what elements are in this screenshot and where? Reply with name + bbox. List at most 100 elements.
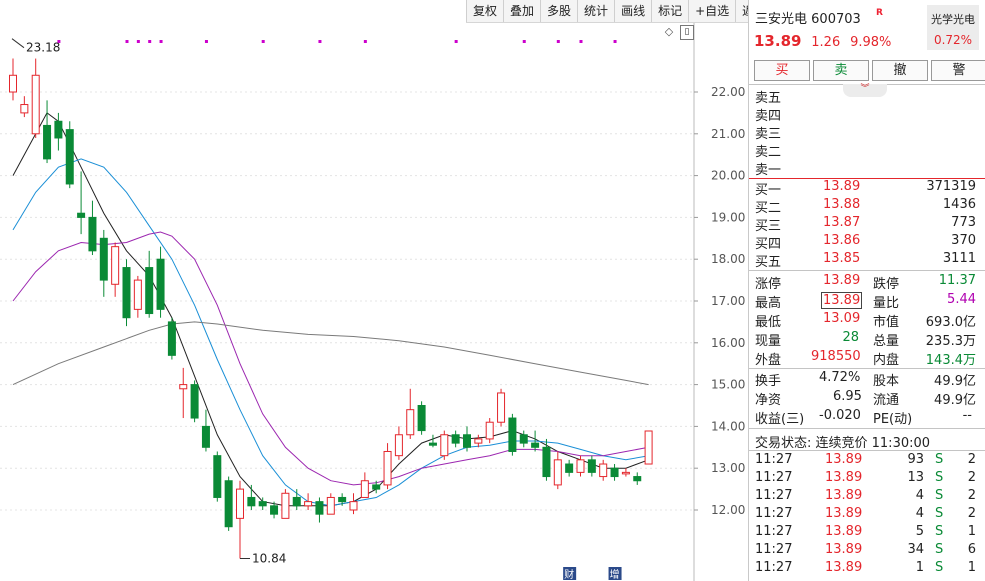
- divider: [749, 428, 985, 429]
- bid-row[interactable]: 买一 13.89 371319: [749, 179, 985, 198]
- tick-volume: 5: [915, 524, 924, 539]
- signal-marker: [522, 40, 526, 43]
- candle-body: [451, 434, 460, 444]
- bid-volume: 773: [951, 215, 976, 230]
- eps-value: -0.020: [819, 408, 861, 423]
- ask-row[interactable]: 卖五: [749, 87, 985, 106]
- toolbar-multi-stock-button[interactable]: 多股: [540, 0, 577, 22]
- candle-body: [236, 488, 244, 519]
- stat-row: 最低 13.09 市值 693.0亿: [749, 311, 985, 330]
- price-line: 13.89 1.26 9.98%: [754, 32, 891, 50]
- signal-marker: [136, 40, 140, 43]
- low-price-label: 10.84: [252, 551, 286, 565]
- ask-row[interactable]: 卖二: [749, 141, 985, 160]
- panel-toggle-icon[interactable]: ▯: [680, 25, 694, 40]
- price-tick-label: 16.00: [711, 336, 745, 350]
- price-tick-label: 13.00: [711, 461, 745, 475]
- sell-button[interactable]: 卖: [813, 60, 869, 81]
- bid-price: 13.89: [823, 179, 861, 194]
- nav-value: 6.95: [833, 389, 862, 404]
- tick-side: S: [935, 488, 944, 503]
- tick-row: 11:27 13.89 4 S 2: [749, 488, 985, 506]
- ask-row[interactable]: 卖三: [749, 123, 985, 142]
- candle-body: [428, 442, 437, 446]
- stat-row: 涨停 13.89 跌停 11.37: [749, 273, 985, 292]
- last-vol-label: 现量: [755, 334, 782, 349]
- bid-row[interactable]: 买五 13.85 3111: [749, 251, 985, 270]
- candle-body: [610, 467, 619, 478]
- signal-marker: [579, 40, 583, 43]
- bid-label: 买五: [755, 255, 782, 270]
- inner-label: 内盘: [873, 353, 900, 368]
- ask-row[interactable]: 卖一: [749, 159, 985, 178]
- kline-chart-area[interactable]: 22.00 21.00 20.00 19.00 18.00 17.00 16.00 15.00…: [0, 0, 773, 581]
- trade-status: 交易状态: 连续竞价 11:30:00: [749, 432, 985, 451]
- candle-body: [270, 505, 279, 515]
- tick-row: 11:27 13.89 1 S 1: [749, 560, 985, 578]
- buy-button[interactable]: 买: [754, 60, 810, 81]
- tick-row: 11:27 13.89 13 S 2: [749, 470, 985, 488]
- cancel-order-button[interactable]: 撤: [872, 60, 928, 81]
- fund-row: 换手 4.72% 股本 49.9亿: [749, 370, 985, 389]
- bid-row[interactable]: 买四 13.86 370: [749, 233, 985, 252]
- candle-body: [213, 455, 222, 498]
- candle-body: [474, 438, 483, 444]
- candle-body: [54, 120, 63, 139]
- candle-body: [633, 476, 642, 482]
- sector-pct: 0.72%: [933, 33, 973, 47]
- signal-marker: [454, 40, 458, 43]
- tick-volume: 13: [907, 470, 924, 485]
- sector-name: 光学光电: [931, 13, 975, 26]
- candle-body: [133, 279, 142, 310]
- equity-value: 49.9亿: [934, 374, 976, 389]
- nav-label: 净资: [755, 393, 782, 408]
- tick-price: 13.89: [825, 452, 863, 467]
- tick-side: S: [935, 560, 944, 575]
- moving-average-line-3: [12, 231, 649, 486]
- toolbar-add-watchlist-button[interactable]: +自选: [688, 0, 735, 22]
- toolbar-overlay-button[interactable]: 叠加: [503, 0, 540, 22]
- sector-box[interactable]: 光学光电 0.72%: [927, 5, 979, 50]
- limit-down-value: 11.37: [938, 273, 976, 288]
- price-tick-label: 21.00: [711, 127, 745, 141]
- kline-chart[interactable]: 22.00 21.00 20.00 19.00 18.00 17.00 16.00 15.00…: [0, 0, 748, 581]
- toolbar-mark-button[interactable]: 标记: [651, 0, 688, 22]
- bid-price: 13.87: [823, 215, 861, 230]
- tick-price: 13.89: [825, 488, 863, 503]
- candle-body: [417, 405, 426, 432]
- candle-body: [99, 237, 108, 281]
- tick-side: S: [935, 506, 944, 521]
- candle-body: [349, 501, 358, 511]
- bid-row[interactable]: 买二 13.88 1436: [749, 197, 985, 216]
- toolbar-draw-line-button[interactable]: 画线: [614, 0, 651, 22]
- stat-row: 最高 13.89 量比 5.44: [749, 292, 985, 311]
- toolbar-restore-rights-button[interactable]: 复权: [466, 0, 503, 22]
- candle-body: [292, 496, 301, 507]
- divider: [749, 270, 985, 271]
- tick-volume: 34: [907, 542, 924, 557]
- bid-row[interactable]: 买三 13.87 773: [749, 215, 985, 234]
- total-vol-value: 235.3万: [925, 334, 976, 349]
- candle-body: [542, 446, 551, 478]
- signal-marker: [261, 40, 265, 43]
- diamond-icon[interactable]: ◇: [663, 26, 675, 38]
- candle-body: [122, 267, 131, 319]
- alert-button[interactable]: 警: [931, 60, 985, 81]
- candle-body: [587, 459, 596, 473]
- inner-value: 143.4万: [925, 353, 976, 368]
- candle-body: [383, 450, 392, 486]
- ask-row[interactable]: 卖四: [749, 105, 985, 124]
- tick-row: 11:27 13.89 4 S 2: [749, 506, 985, 524]
- moving-average-line-2: [12, 158, 649, 507]
- vol-ratio-value: 5.44: [947, 292, 976, 307]
- chart-toolbar: 复权 叠加 多股 统计 画线 标记 +自选 返回: [466, 0, 773, 23]
- tick-time: 11:27: [755, 542, 793, 557]
- divider: [749, 450, 985, 451]
- trade-buttons: 买 卖 撤 警: [754, 60, 985, 81]
- moving-average-line-4: [12, 321, 649, 386]
- candle-body: [145, 267, 154, 315]
- signal-marker: [148, 40, 152, 43]
- tick-row: 11:27 13.89 5 S 1: [749, 524, 985, 542]
- toolbar-statistics-button[interactable]: 统计: [577, 0, 614, 22]
- bid-label: 买一: [755, 183, 782, 198]
